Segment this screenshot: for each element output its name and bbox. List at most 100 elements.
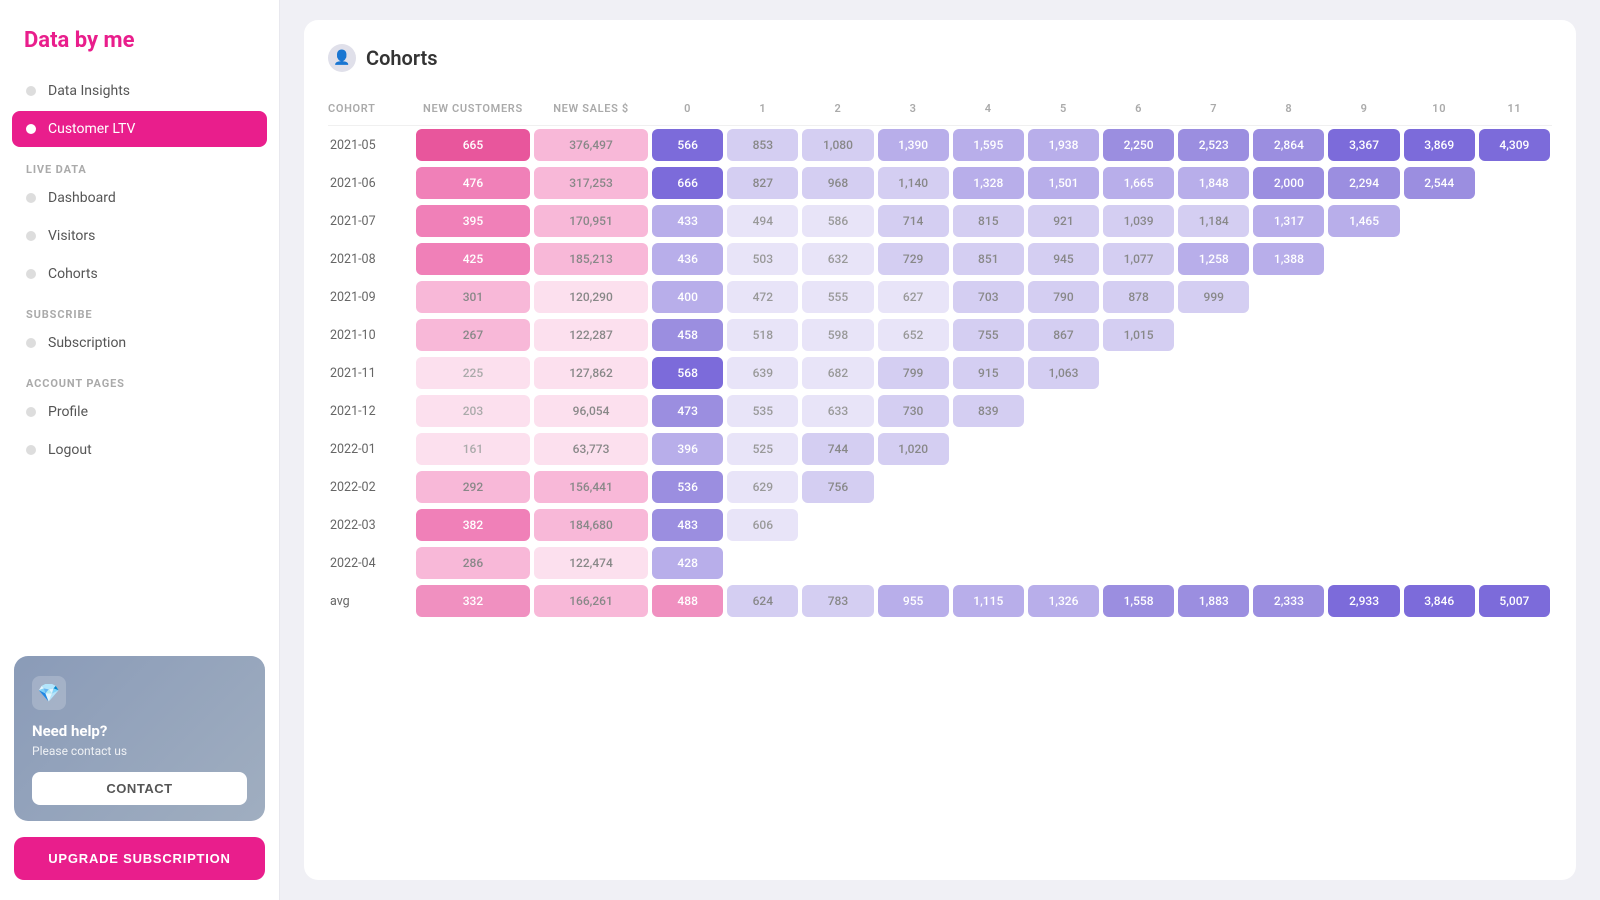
table-row: avg332166,2614886247839551,1151,3261,558… xyxy=(328,582,1552,620)
cohort-value-cell: 566 xyxy=(650,126,725,164)
nav-dot-icon xyxy=(26,445,36,455)
sidebar: Data by me Data Insights Customer LTV LI… xyxy=(0,0,280,900)
cohort-value-cell xyxy=(1176,430,1251,468)
cohort-value-cell xyxy=(1176,544,1251,582)
cohort-value-cell xyxy=(1326,506,1401,544)
sidebar-item-visitors[interactable]: Visitors xyxy=(12,218,267,254)
cohort-value-cell: 652 xyxy=(876,316,951,354)
cohort-value-cell: 815 xyxy=(951,202,1026,240)
sidebar-item-profile[interactable]: Profile xyxy=(12,394,267,430)
cohort-value-cell: 1,015 xyxy=(1101,316,1176,354)
cohort-value-cell: 5,007 xyxy=(1477,582,1552,620)
cohort-value-cell: 968 xyxy=(800,164,875,202)
new-customers-cell: 301 xyxy=(414,278,532,316)
table-row: 2022-02292156,441536629756 xyxy=(328,468,1552,506)
cohort-value-cell xyxy=(1101,544,1176,582)
cohort-value-cell: 744 xyxy=(800,430,875,468)
cohort-value-cell xyxy=(1477,202,1552,240)
cohort-value-cell: 851 xyxy=(951,240,1026,278)
sidebar-item-subscription[interactable]: Subscription xyxy=(12,325,267,361)
cohort-value-cell xyxy=(1101,354,1176,392)
cohort-label: 2021-09 xyxy=(328,278,414,316)
sidebar-item-label: Customer LTV xyxy=(48,121,135,137)
col-header-1: 1 xyxy=(725,96,800,126)
cohort-value-cell: 729 xyxy=(876,240,951,278)
cohort-value-cell xyxy=(1477,468,1552,506)
cohort-value-cell: 632 xyxy=(800,240,875,278)
new-customers-cell: 267 xyxy=(414,316,532,354)
cohort-value-cell xyxy=(1101,506,1176,544)
sidebar-item-customer-ltv[interactable]: Customer LTV xyxy=(12,111,267,147)
cohort-value-cell: 1,080 xyxy=(800,126,875,164)
cohort-label: 2022-02 xyxy=(328,468,414,506)
cohort-value-cell: 1,558 xyxy=(1101,582,1176,620)
cohort-value-cell: 1,388 xyxy=(1251,240,1326,278)
cohort-value-cell xyxy=(1402,240,1477,278)
cohort-value-cell xyxy=(1251,506,1326,544)
nav-dot-icon xyxy=(26,338,36,348)
cohort-value-cell xyxy=(951,544,1026,582)
table-row: 2022-03382184,680483606 xyxy=(328,506,1552,544)
cohorts-icon: 👤 xyxy=(328,44,356,72)
table-row: 2021-09301120,29040047255562770379087899… xyxy=(328,278,1552,316)
cohort-value-cell: 458 xyxy=(650,316,725,354)
cohort-value-cell xyxy=(1326,278,1401,316)
diamond-icon: 💎 xyxy=(32,676,66,710)
sidebar-item-logout[interactable]: Logout xyxy=(12,432,267,468)
cohort-value-cell xyxy=(1402,430,1477,468)
cohort-label: 2021-12 xyxy=(328,392,414,430)
cohort-value-cell: 627 xyxy=(876,278,951,316)
cohort-value-cell xyxy=(951,430,1026,468)
cohort-value-cell xyxy=(1402,316,1477,354)
cohort-value-cell: 703 xyxy=(951,278,1026,316)
sidebar-item-label: Data Insights xyxy=(48,83,130,99)
sidebar-item-label: Profile xyxy=(48,404,88,420)
cohort-value-cell: 2,333 xyxy=(1251,582,1326,620)
cohort-label: 2021-05 xyxy=(328,126,414,164)
new-customers-cell: 203 xyxy=(414,392,532,430)
cohort-value-cell xyxy=(1026,392,1101,430)
cohort-value-cell: 921 xyxy=(1026,202,1101,240)
help-subtitle: Please contact us xyxy=(32,744,247,758)
cohort-value-cell xyxy=(1251,392,1326,430)
cohort-value-cell xyxy=(725,544,800,582)
cohort-value-cell: 2,523 xyxy=(1176,126,1251,164)
cohort-value-cell xyxy=(1477,430,1552,468)
col-header-7: 7 xyxy=(1176,96,1251,126)
cohorts-table: COHORT NEW CUSTOMERS NEW SALES $ 0 1 2 3… xyxy=(328,96,1552,620)
upgrade-subscription-button[interactable]: UPGRADE SUBSCRIPTION xyxy=(14,837,265,880)
sidebar-item-label: Cohorts xyxy=(48,266,98,282)
cohort-value-cell: 1,039 xyxy=(1101,202,1176,240)
sidebar-item-dashboard[interactable]: Dashboard xyxy=(12,180,267,216)
sidebar-item-label: Visitors xyxy=(48,228,95,244)
cohort-value-cell: 535 xyxy=(725,392,800,430)
cohort-value-cell xyxy=(1477,354,1552,392)
cohort-value-cell xyxy=(1402,544,1477,582)
new-customers-cell: 292 xyxy=(414,468,532,506)
cohorts-card: 👤 Cohorts COHORT NEW CUSTOMERS NEW SALES… xyxy=(304,20,1576,880)
cohort-value-cell: 586 xyxy=(800,202,875,240)
cohort-value-cell xyxy=(1477,392,1552,430)
cohort-value-cell xyxy=(1026,430,1101,468)
cohort-value-cell: 1,115 xyxy=(951,582,1026,620)
nav-dot-icon xyxy=(26,193,36,203)
cohort-value-cell xyxy=(1251,316,1326,354)
contact-button[interactable]: CONTACT xyxy=(32,772,247,805)
col-header-10: 10 xyxy=(1402,96,1477,126)
cohort-label: 2022-01 xyxy=(328,430,414,468)
help-title: Need help? xyxy=(32,722,247,740)
sidebar-item-cohorts[interactable]: Cohorts xyxy=(12,256,267,292)
cohort-value-cell: 867 xyxy=(1026,316,1101,354)
cohort-value-cell: 945 xyxy=(1026,240,1101,278)
cohort-value-cell: 4,309 xyxy=(1477,126,1552,164)
cohort-value-cell: 682 xyxy=(800,354,875,392)
cohort-value-cell xyxy=(1326,316,1401,354)
col-header-4: 4 xyxy=(951,96,1026,126)
cohort-value-cell xyxy=(1176,316,1251,354)
new-sales-cell: 166,261 xyxy=(532,582,650,620)
cohort-value-cell: 799 xyxy=(876,354,951,392)
sidebar-item-data-insights[interactable]: Data Insights xyxy=(12,73,267,109)
new-customers-cell: 476 xyxy=(414,164,532,202)
nav-dot-icon xyxy=(26,86,36,96)
col-header-cohort: COHORT xyxy=(328,96,414,126)
